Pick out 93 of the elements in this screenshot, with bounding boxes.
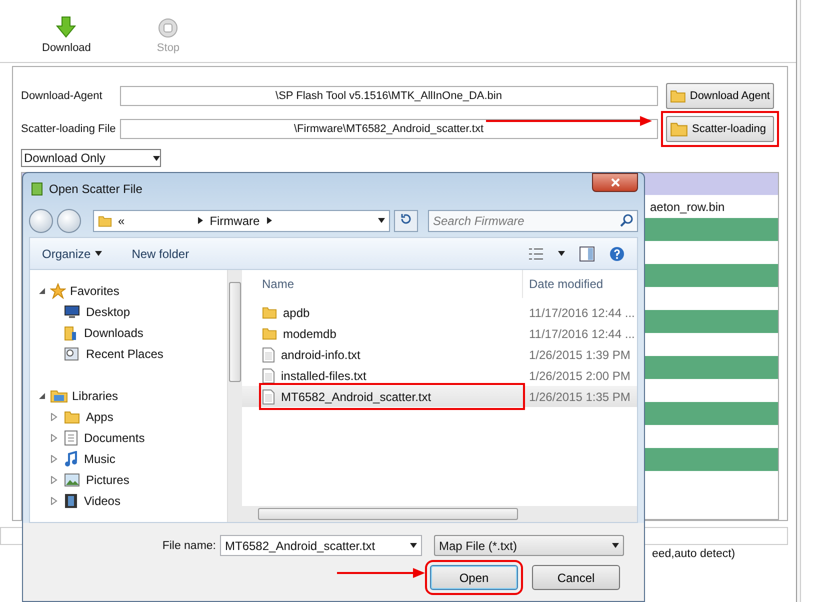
stop-icon: [158, 18, 178, 38]
star-icon: [50, 282, 66, 298]
down-arrow-icon: [56, 16, 76, 38]
path-field[interactable]: \Firmware\MT6582_Android_scatter.txt: [120, 118, 658, 138]
chevron-icon: [196, 217, 204, 224]
nav-item[interactable]: Music: [84, 452, 116, 466]
field-label: Scatter-loading File: [21, 122, 117, 134]
nav-item[interactable]: Pictures: [86, 472, 130, 486]
expand-arrow-icon[interactable]: [38, 286, 46, 294]
nav-group[interactable]: Libraries: [72, 388, 118, 402]
refresh-icon: [400, 213, 412, 225]
music-note-icon: [64, 450, 78, 466]
caret-icon: [94, 250, 102, 257]
column-header[interactable]: Date modified: [522, 270, 604, 298]
refresh-button[interactable]: [394, 210, 418, 232]
document-icon: [262, 388, 275, 404]
file-row[interactable]: MT6582_Android_scatter.txt 1/26/2015 1:35 PM: [242, 386, 637, 407]
path-segment[interactable]: Firmware: [210, 214, 260, 228]
field-label: Download-Agent: [21, 90, 104, 102]
vertical-scrollbar[interactable]: [227, 270, 242, 522]
document-icon: [64, 430, 78, 446]
dialog-button[interactable]: Cancel: [532, 565, 620, 590]
film-icon: [64, 492, 78, 508]
picture-icon: [64, 472, 80, 486]
column-header[interactable]: Name: [262, 276, 522, 290]
status-text: eed,auto detect): [652, 548, 736, 560]
file-name: android-info.txt: [281, 348, 360, 362]
expand-arrow-icon[interactable]: [50, 496, 58, 504]
caret-icon: [612, 542, 619, 549]
file-name: modemdb: [283, 326, 336, 340]
folder-icon: [262, 326, 277, 341]
file-row[interactable]: modemdb 11/17/2016 12:44 ...: [242, 323, 637, 344]
close-button[interactable]: [592, 173, 638, 192]
nav-item[interactable]: Desktop: [86, 304, 130, 318]
nav-group[interactable]: Favorites: [70, 284, 120, 298]
file-row[interactable]: android-info.txt 1/26/2015 1:39 PM: [242, 344, 637, 365]
download-button[interactable]: Download: [42, 16, 91, 54]
file-date: 1/26/2015 2:00 PM: [528, 368, 630, 382]
caret-icon: [153, 154, 160, 162]
folder-icon: [98, 214, 112, 228]
file-type-dropdown[interactable]: Map File (*.txt): [434, 535, 624, 556]
chevron-icon: [266, 217, 273, 224]
folder-icon: [64, 408, 80, 424]
search-field[interactable]: Search Firmware: [428, 210, 638, 232]
file-name-field[interactable]: MT6582_Android_scatter.txt: [220, 535, 422, 556]
field-label: File name:: [162, 540, 216, 552]
folder-icon: [64, 324, 78, 340]
file-date: 1/26/2015 1:39 PM: [528, 348, 630, 362]
horizontal-scrollbar[interactable]: [242, 506, 637, 522]
document-icon: [262, 346, 275, 362]
back-button[interactable]: [29, 208, 53, 232]
preview-pane-icon[interactable]: [579, 246, 595, 262]
expand-arrow-icon[interactable]: [38, 392, 46, 400]
command-button[interactable]: New folder: [132, 246, 190, 260]
document-icon: [262, 368, 275, 384]
file-date: 1/26/2015 1:35 PM: [528, 390, 630, 404]
forward-button[interactable]: [57, 208, 81, 232]
caret-icon: [410, 542, 417, 549]
folder-icon: [262, 305, 277, 320]
command-button[interactable]: Organize: [42, 246, 102, 260]
expand-arrow-icon[interactable]: [50, 412, 58, 420]
file-date: 11/17/2016 12:44 ...: [528, 326, 635, 340]
clock-folder-icon: [64, 346, 80, 361]
monitor-icon: [64, 304, 80, 318]
view-list-icon[interactable]: [528, 248, 544, 260]
mode-dropdown[interactable]: Download Only: [21, 149, 161, 167]
help-icon[interactable]: [609, 246, 625, 262]
browse-button[interactable]: Download Agent: [666, 82, 774, 108]
file-row[interactable]: installed-files.txt 1/26/2015 2:00 PM: [242, 365, 637, 386]
table-cell: aeton_row.bin: [650, 200, 725, 214]
nav-item[interactable]: Apps: [86, 410, 114, 424]
file-date: 11/17/2016 12:44 ...: [528, 306, 635, 320]
nav-item[interactable]: Documents: [84, 430, 145, 444]
expand-arrow-icon[interactable]: [50, 434, 58, 442]
path-overflow: «: [118, 214, 125, 228]
library-folder-icon: [50, 388, 68, 402]
file-name: MT6582_Android_scatter.txt: [281, 390, 432, 404]
browse-button[interactable]: Scatter-loading: [666, 116, 774, 142]
close-icon: [610, 178, 620, 187]
search-icon: [620, 214, 633, 227]
file-name: apdb: [283, 306, 310, 320]
caret-icon: [558, 250, 565, 257]
address-bar[interactable]: « Firmware: [93, 210, 390, 232]
expand-arrow-icon[interactable]: [50, 476, 58, 484]
nav-item[interactable]: Videos: [84, 494, 120, 508]
app-icon: [31, 182, 43, 196]
expand-arrow-icon[interactable]: [50, 454, 58, 462]
dialog-title: Open Scatter File: [49, 182, 142, 196]
nav-item[interactable]: Recent Places: [86, 346, 164, 360]
file-name: installed-files.txt: [281, 368, 366, 382]
file-row[interactable]: apdb 11/17/2016 12:44 ...: [242, 302, 637, 323]
path-field[interactable]: \SP Flash Tool v5.1516\MTK_AllInOne_DA.bin: [120, 86, 658, 106]
nav-item[interactable]: Downloads: [84, 326, 144, 340]
